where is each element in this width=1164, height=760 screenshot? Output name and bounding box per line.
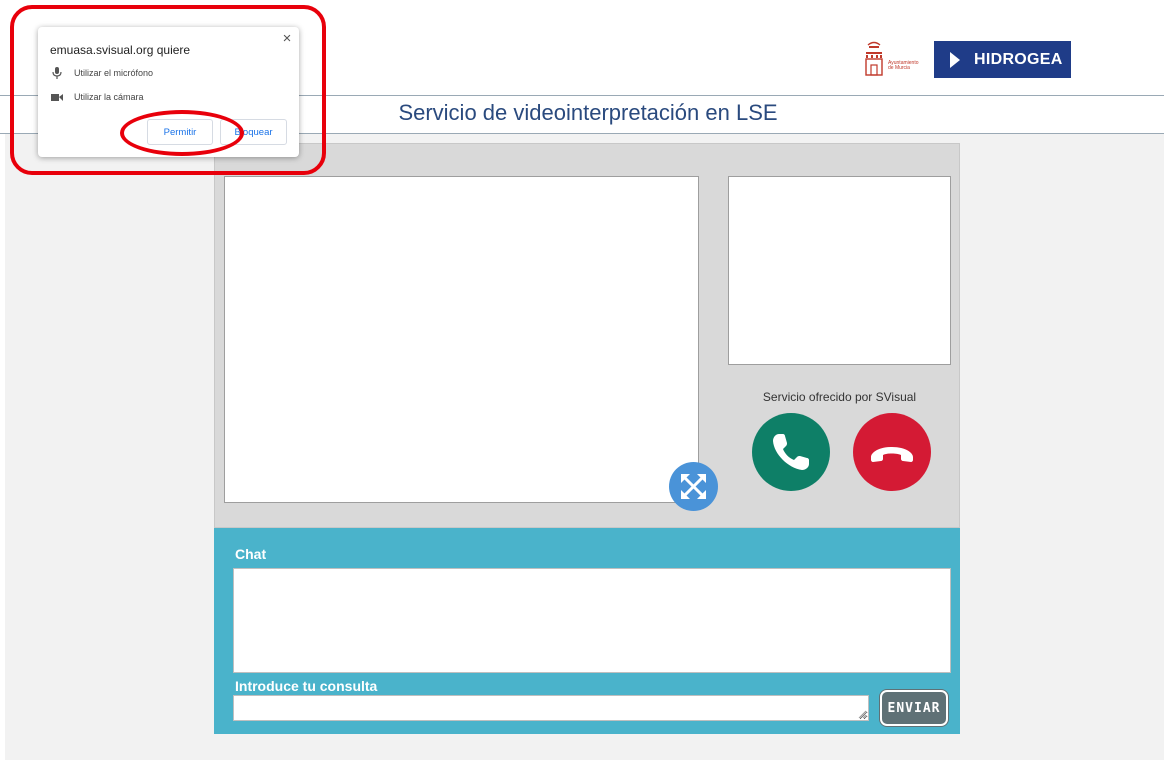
send-button[interactable]: ENVIAR [880,690,948,726]
murcia-logo-line2: de Murcia [888,65,910,71]
fullscreen-button[interactable] [669,462,718,511]
query-input[interactable] [233,695,869,721]
hidrogea-logo: HIDROGEA [934,41,1071,78]
page: Servicio de videointerpretación en LSE A… [0,0,1164,760]
hangup-button[interactable] [853,413,931,491]
hangup-phone-icon [871,447,913,462]
chat-title: Chat [235,546,267,562]
murcia-crest-icon [865,41,883,76]
annotation-highlight-ellipse [120,110,244,156]
query-label: Introduce tu consulta [235,678,378,694]
local-video [728,176,951,365]
murcia-logo-text: Ayuntamiento de Murcia [888,61,932,71]
chat-log[interactable] [233,568,951,673]
resize-grip-icon[interactable] [858,710,867,719]
hidrogea-triangle-icon [950,51,960,68]
provider-text: Servicio ofrecido por SVisual [762,390,917,404]
murcia-logo [862,40,932,78]
call-button[interactable] [752,413,830,491]
hidrogea-logo-text: HIDROGEA [974,50,1063,68]
expand-arrows-icon [681,474,706,499]
phone-icon [773,434,809,470]
remote-video [224,176,699,503]
